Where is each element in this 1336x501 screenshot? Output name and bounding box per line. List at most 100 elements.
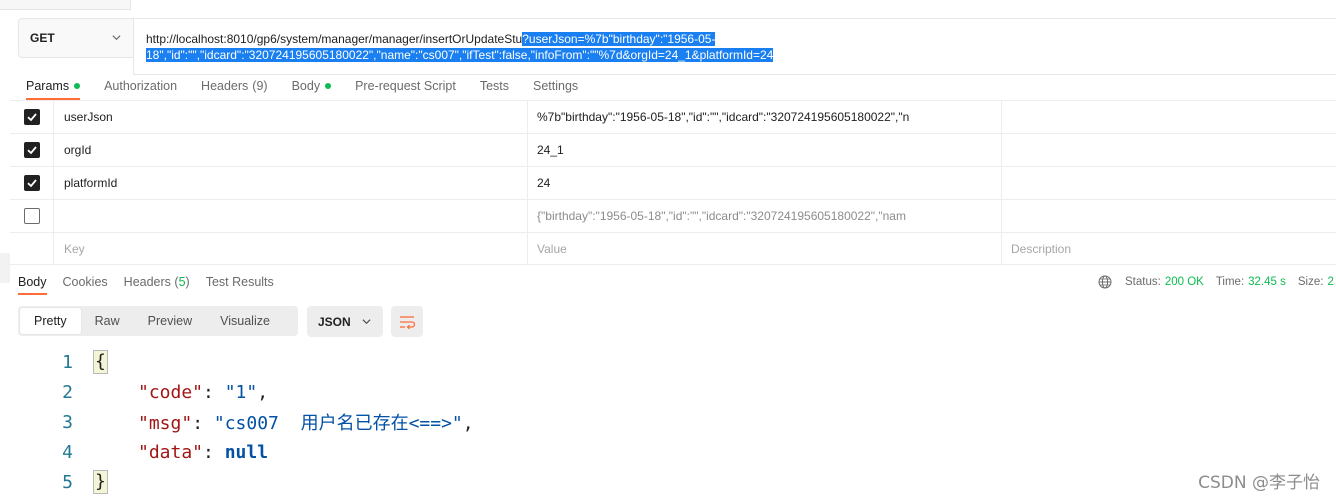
row-checkbox-cell — [10, 233, 54, 265]
chevron-down-icon — [362, 319, 371, 325]
active-request-tab-edge[interactable] — [130, 0, 1336, 10]
json-key: "msg" — [138, 413, 193, 434]
globe-icon[interactable] — [1098, 275, 1112, 289]
paren-close: ) — [185, 275, 190, 289]
size-label: Size: — [1297, 276, 1324, 288]
code-text: { — [93, 350, 108, 374]
json-string: "1" — [224, 381, 258, 403]
param-key-cell[interactable]: userJson — [54, 101, 528, 133]
param-value-cell[interactable]: 24_1 — [528, 134, 1002, 166]
url-selected-text-2: 18","id":"","idcard":"320724195605180022… — [146, 48, 774, 62]
param-checkbox[interactable] — [23, 109, 40, 125]
time-value[interactable]: 32.45 s — [1248, 276, 1286, 288]
table-row: userJson %7b"birthday":"1956-05-18","id"… — [10, 100, 1336, 133]
row-checkbox-cell — [10, 200, 54, 232]
description-placeholder: Description — [1011, 242, 1072, 256]
param-value-cell[interactable]: %7b"birthday":"1956-05-18","id":"","idca… — [528, 101, 1002, 133]
preview-button[interactable]: Preview — [134, 308, 206, 334]
check-icon — [26, 146, 37, 155]
code-text: "code": "1", — [138, 381, 269, 403]
check-icon — [26, 113, 37, 122]
param-checkbox[interactable] — [23, 175, 40, 191]
tab-authorization-label: Authorization — [104, 79, 178, 93]
param-value: {"birthday":"1956-05-18","id":"","idcard… — [537, 209, 906, 223]
tab-tests[interactable]: Tests — [480, 74, 509, 98]
status-label: Status: — [1125, 276, 1161, 288]
tab-cookies[interactable]: Cookies — [63, 270, 108, 294]
json-string-prefix: "cs007 — [213, 413, 301, 434]
wrap-lines-button[interactable] — [391, 306, 423, 337]
close-brace: } — [93, 470, 108, 494]
visualize-button[interactable]: Visualize — [206, 308, 284, 334]
row-checkbox-cell — [10, 134, 54, 166]
key-placeholder: Key — [64, 242, 85, 256]
param-description-cell[interactable] — [1002, 167, 1336, 199]
line-number: 2 — [62, 381, 73, 403]
json-string-suffix: <==>" — [408, 413, 463, 434]
code-text: "msg": "cs007 用户名已存在<==>", — [138, 413, 474, 434]
code-text: "data": null — [138, 441, 269, 463]
param-value: 24 — [537, 176, 551, 190]
headers-count: (9) — [252, 79, 268, 93]
status-value[interactable]: 200 OK — [1165, 276, 1204, 288]
table-row: {"birthday":"1956-05-18","id":"","idcard… — [10, 199, 1336, 232]
param-key-cell[interactable] — [54, 200, 528, 232]
params-table: userJson %7b"birthday":"1956-05-18","id"… — [10, 100, 1336, 265]
line-number: 3 — [62, 411, 73, 433]
line-number: 1 — [62, 351, 73, 373]
param-description-cell[interactable] — [1002, 134, 1336, 166]
request-tabs: Params Authorization Headers (9) Body Pre… — [26, 74, 602, 100]
param-value: %7b"birthday":"1956-05-18","id":"","idca… — [537, 110, 910, 124]
table-row: platformId 24 — [10, 166, 1336, 199]
param-value-cell[interactable]: 24 — [528, 167, 1002, 199]
response-meta: Status: 200 OK Time: 32.45 s Size: 2 — [1098, 274, 1336, 290]
new-key-input[interactable]: Key — [54, 233, 528, 265]
param-key-cell[interactable]: orgId — [54, 134, 528, 166]
tab-tests-label: Tests — [479, 79, 509, 93]
param-checkbox[interactable] — [23, 208, 40, 224]
tab-response-body-label: Body — [18, 275, 47, 289]
url-selected-text-1: ?userJson=%7b"birthday":"1956-05- — [522, 32, 716, 46]
tab-pre-request-script[interactable]: Pre-request Script — [355, 74, 456, 98]
param-key: platformId — [64, 176, 118, 190]
url-input[interactable]: http://localhost:8010/gp6/system/manager… — [133, 18, 1336, 75]
raw-button[interactable]: Raw — [81, 308, 134, 334]
url-plain-text: http://localhost:8010/gp6/system/manager… — [146, 32, 523, 46]
tab-settings[interactable]: Settings — [533, 74, 578, 98]
tabs-strip — [0, 0, 1336, 10]
new-description-input[interactable]: Description — [1002, 233, 1336, 265]
size-value[interactable]: 2 — [1327, 276, 1333, 288]
param-value-cell[interactable]: {"birthday":"1956-05-18","id":"","idcard… — [528, 200, 1002, 232]
table-row: orgId 24_1 — [10, 133, 1336, 166]
pretty-button[interactable]: Pretty — [20, 308, 81, 334]
tab-body[interactable]: Body — [292, 74, 332, 98]
response-headers-count: 5 — [178, 275, 186, 289]
open-brace: { — [93, 350, 108, 374]
tab-params[interactable]: Params — [26, 74, 81, 100]
chevron-down-icon — [112, 35, 121, 41]
http-method-select[interactable]: GET — [18, 18, 133, 58]
param-value: 24_1 — [537, 143, 564, 157]
json-key: "code" — [138, 381, 204, 403]
tab-pre-request-label: Pre-request Script — [355, 79, 456, 93]
response-body-editor[interactable]: 1 { 2 "code": "1", 3 "msg": "cs007 用户名已存… — [0, 347, 1336, 501]
tab-test-results[interactable]: Test Results — [206, 270, 274, 294]
param-checkbox[interactable] — [23, 142, 40, 158]
tab-authorization[interactable]: Authorization — [104, 74, 177, 98]
tab-response-body[interactable]: Body — [18, 270, 47, 295]
tab-headers[interactable]: Headers (9) — [201, 74, 268, 98]
time-label: Time: — [1215, 276, 1245, 288]
new-value-input[interactable]: Value — [528, 233, 1002, 265]
tab-response-headers[interactable]: Headers (5) — [124, 270, 190, 294]
param-key-cell[interactable]: platformId — [54, 167, 528, 199]
params-active-dot — [74, 83, 81, 89]
watermark: CSDN @李子怡 — [1198, 473, 1320, 493]
param-description-cell[interactable] — [1002, 200, 1336, 232]
language-select[interactable]: JSON — [307, 306, 383, 337]
value-placeholder: Value — [537, 242, 567, 256]
response-tabs: Body Cookies Headers (5) Test Results — [18, 270, 290, 296]
param-description-cell[interactable] — [1002, 101, 1336, 133]
row-checkbox-cell — [10, 167, 54, 199]
tab-headers-label: Headers — [201, 79, 249, 93]
pane-divider[interactable] — [0, 253, 10, 283]
